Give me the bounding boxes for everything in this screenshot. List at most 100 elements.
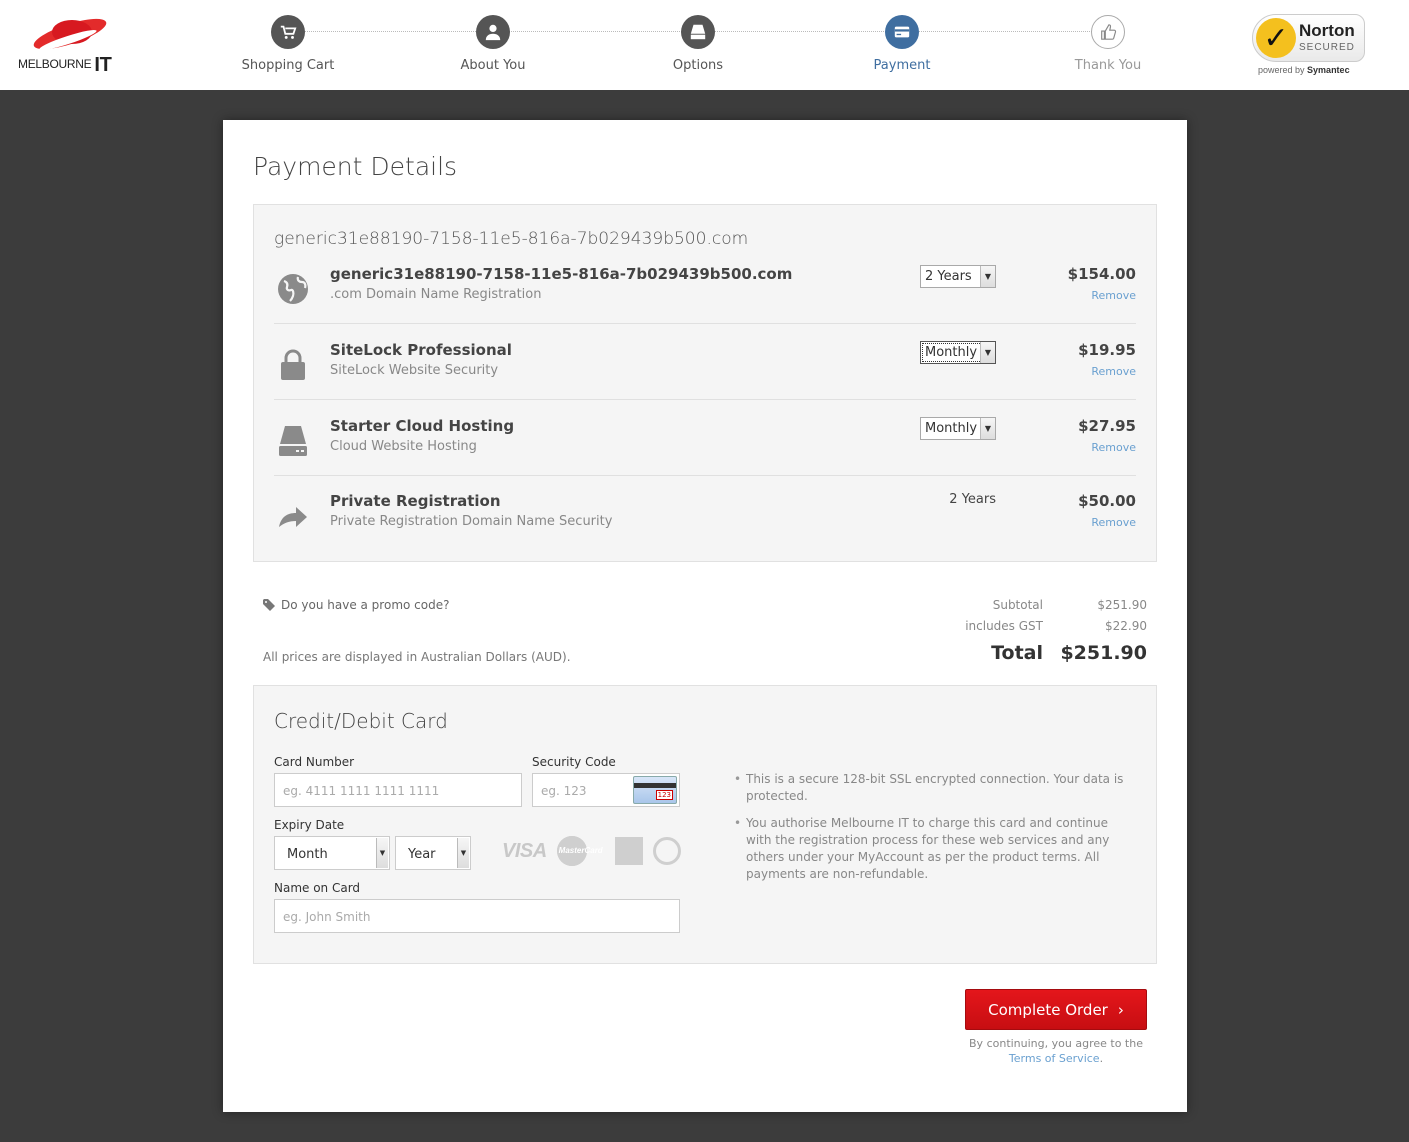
security-code-input[interactable]: eg. 123 123	[532, 773, 680, 807]
payment-panel: Payment Details generic31e88190-7158-11e…	[223, 120, 1187, 1112]
norton-badge-shape: ✓ Norton SECURED	[1252, 14, 1365, 62]
term-select[interactable]: Monthly ▼	[920, 341, 996, 364]
chevron-right-icon: ›	[1117, 1000, 1124, 1019]
ssl-note: This is a secure 128-bit SSL encrypted c…	[734, 771, 1134, 805]
subtotal-value: $251.90	[1097, 598, 1147, 612]
item-divider	[274, 323, 1136, 324]
logo-swoosh-icon	[33, 18, 107, 51]
expiry-year-select[interactable]: Year ▼	[395, 836, 471, 870]
security-notes: This is a secure 128-bit SSL encrypted c…	[734, 771, 1134, 893]
step-label: Thank You	[1074, 58, 1142, 73]
item-divider	[274, 399, 1136, 400]
security-code-label: Security Code	[532, 755, 616, 769]
complete-order-button[interactable]: Complete Order ›	[965, 989, 1147, 1030]
step-thank-you[interactable]: Thank You	[1038, 15, 1178, 73]
item-price: $50.00	[1078, 492, 1136, 510]
item-description: Private Registration Domain Name Securit…	[330, 514, 613, 529]
globe-icon	[274, 271, 312, 307]
card-number-label: Card Number	[274, 755, 355, 769]
item-name: generic31e88190-7158-11e5-816a-7b029439b…	[330, 265, 793, 283]
norton-secured-badge[interactable]: ✓ Norton SECURED powered by Symantec	[1252, 14, 1367, 76]
amex-logo-icon	[614, 837, 643, 865]
accepted-cards: VISA MasterCard	[502, 836, 681, 866]
cart-icon	[271, 15, 305, 49]
cart-summary: generic31e88190-7158-11e5-816a-7b029439b…	[253, 204, 1157, 562]
total-value: $251.90	[1060, 642, 1147, 664]
dropdown-arrow-icon: ▼	[980, 342, 995, 363]
step-label: Payment	[873, 58, 931, 73]
hard-drive-icon	[274, 423, 312, 459]
logo-text: MELBOURNE IT	[18, 54, 112, 76]
terms-of-service-link[interactable]: Terms of Service	[1009, 1052, 1100, 1065]
step-label: About You	[460, 58, 526, 73]
cart-item-sitelock: SiteLock Professional SiteLock Website S…	[274, 341, 1136, 417]
step-options[interactable]: Options	[628, 15, 768, 73]
terms-note: By continuing, you agree to the Terms of…	[969, 1037, 1143, 1065]
cart-domain-heading: generic31e88190-7158-11e5-816a-7b029439b…	[274, 229, 749, 249]
item-description: SiteLock Website Security	[330, 363, 499, 378]
gst-value: $22.90	[1105, 619, 1147, 633]
thumbs-up-icon	[1091, 15, 1125, 49]
item-term: 2 Years	[949, 492, 996, 507]
step-payment[interactable]: Payment	[832, 15, 972, 73]
credit-card-icon	[885, 15, 919, 49]
promo-code-link[interactable]: Do you have a promo code?	[263, 598, 449, 612]
diners-logo-icon	[652, 837, 681, 865]
item-price: $154.00	[1067, 265, 1136, 283]
authorisation-note: You authorise Melbourne IT to charge thi…	[734, 815, 1134, 883]
complete-order-label: Complete Order	[988, 1000, 1108, 1019]
credit-card-form: Credit/Debit Card Card Number eg. 4111 1…	[253, 685, 1157, 964]
step-label: Options	[672, 58, 724, 73]
dropdown-arrow-icon: ▼	[980, 266, 995, 287]
dropdown-arrow-icon: ▼	[980, 418, 995, 439]
promo-text: Do you have a promo code?	[281, 598, 450, 612]
term-select[interactable]: Monthly ▼	[920, 417, 996, 440]
remove-link[interactable]: Remove	[1091, 365, 1136, 378]
norton-powered-by: powered by Symantec	[1258, 65, 1350, 75]
cart-item-hosting: Starter Cloud Hosting Cloud Website Host…	[274, 417, 1136, 493]
step-shopping-cart[interactable]: Shopping Cart	[218, 15, 358, 73]
page-title: Payment Details	[253, 152, 458, 181]
norton-secured-text: SECURED	[1299, 42, 1355, 53]
name-on-card-input[interactable]: eg. John Smith	[274, 899, 680, 933]
visa-logo-icon: VISA	[502, 839, 547, 862]
item-price: $27.95	[1078, 417, 1136, 435]
total-label: Total	[991, 642, 1043, 664]
card-section-title: Credit/Debit Card	[274, 709, 448, 733]
card-number-input[interactable]: eg. 4111 1111 1111 1111	[274, 773, 522, 807]
cart-item-domain: generic31e88190-7158-11e5-816a-7b029439b…	[274, 265, 1136, 341]
item-name: Starter Cloud Hosting	[330, 417, 515, 435]
gst-label: includes GST	[965, 619, 1043, 633]
dropdown-arrow-icon: ▼	[457, 838, 469, 868]
tag-icon	[263, 599, 275, 611]
item-name: SiteLock Professional	[330, 341, 512, 359]
item-description: .com Domain Name Registration	[330, 287, 542, 302]
currency-note: All prices are displayed in Australian D…	[263, 650, 571, 664]
top-bar: MELBOURNE IT Shopping Cart About You Opt…	[0, 0, 1409, 90]
share-arrow-icon	[274, 498, 312, 534]
norton-name: Norton	[1299, 21, 1355, 40]
remove-link[interactable]: Remove	[1091, 516, 1136, 529]
step-about-you[interactable]: About You	[423, 15, 563, 73]
item-name: Private Registration	[330, 492, 501, 510]
item-price: $19.95	[1078, 341, 1136, 359]
term-select[interactable]: 2 Years ▼	[920, 265, 996, 288]
cart-item-private-registration: Private Registration Private Registratio…	[274, 492, 1136, 568]
user-icon	[476, 15, 510, 49]
lock-icon	[274, 347, 312, 383]
cvv-card-icon: 123	[633, 776, 677, 804]
dropdown-arrow-icon: ▼	[376, 838, 388, 868]
item-description: Cloud Website Hosting	[330, 439, 477, 454]
expiry-date-label: Expiry Date	[274, 818, 345, 832]
item-divider	[274, 475, 1136, 476]
mastercard-logo-icon: MasterCard	[556, 836, 605, 866]
checkmark-icon: ✓	[1256, 18, 1296, 58]
drive-icon	[681, 15, 715, 49]
subtotal-label: Subtotal	[992, 598, 1043, 612]
remove-link[interactable]: Remove	[1091, 441, 1136, 454]
step-label: Shopping Cart	[241, 58, 335, 73]
remove-link[interactable]: Remove	[1091, 289, 1136, 302]
name-on-card-label: Name on Card	[274, 881, 361, 895]
melbourne-it-logo[interactable]: MELBOURNE IT	[18, 14, 118, 76]
expiry-month-select[interactable]: Month ▼	[274, 836, 390, 870]
